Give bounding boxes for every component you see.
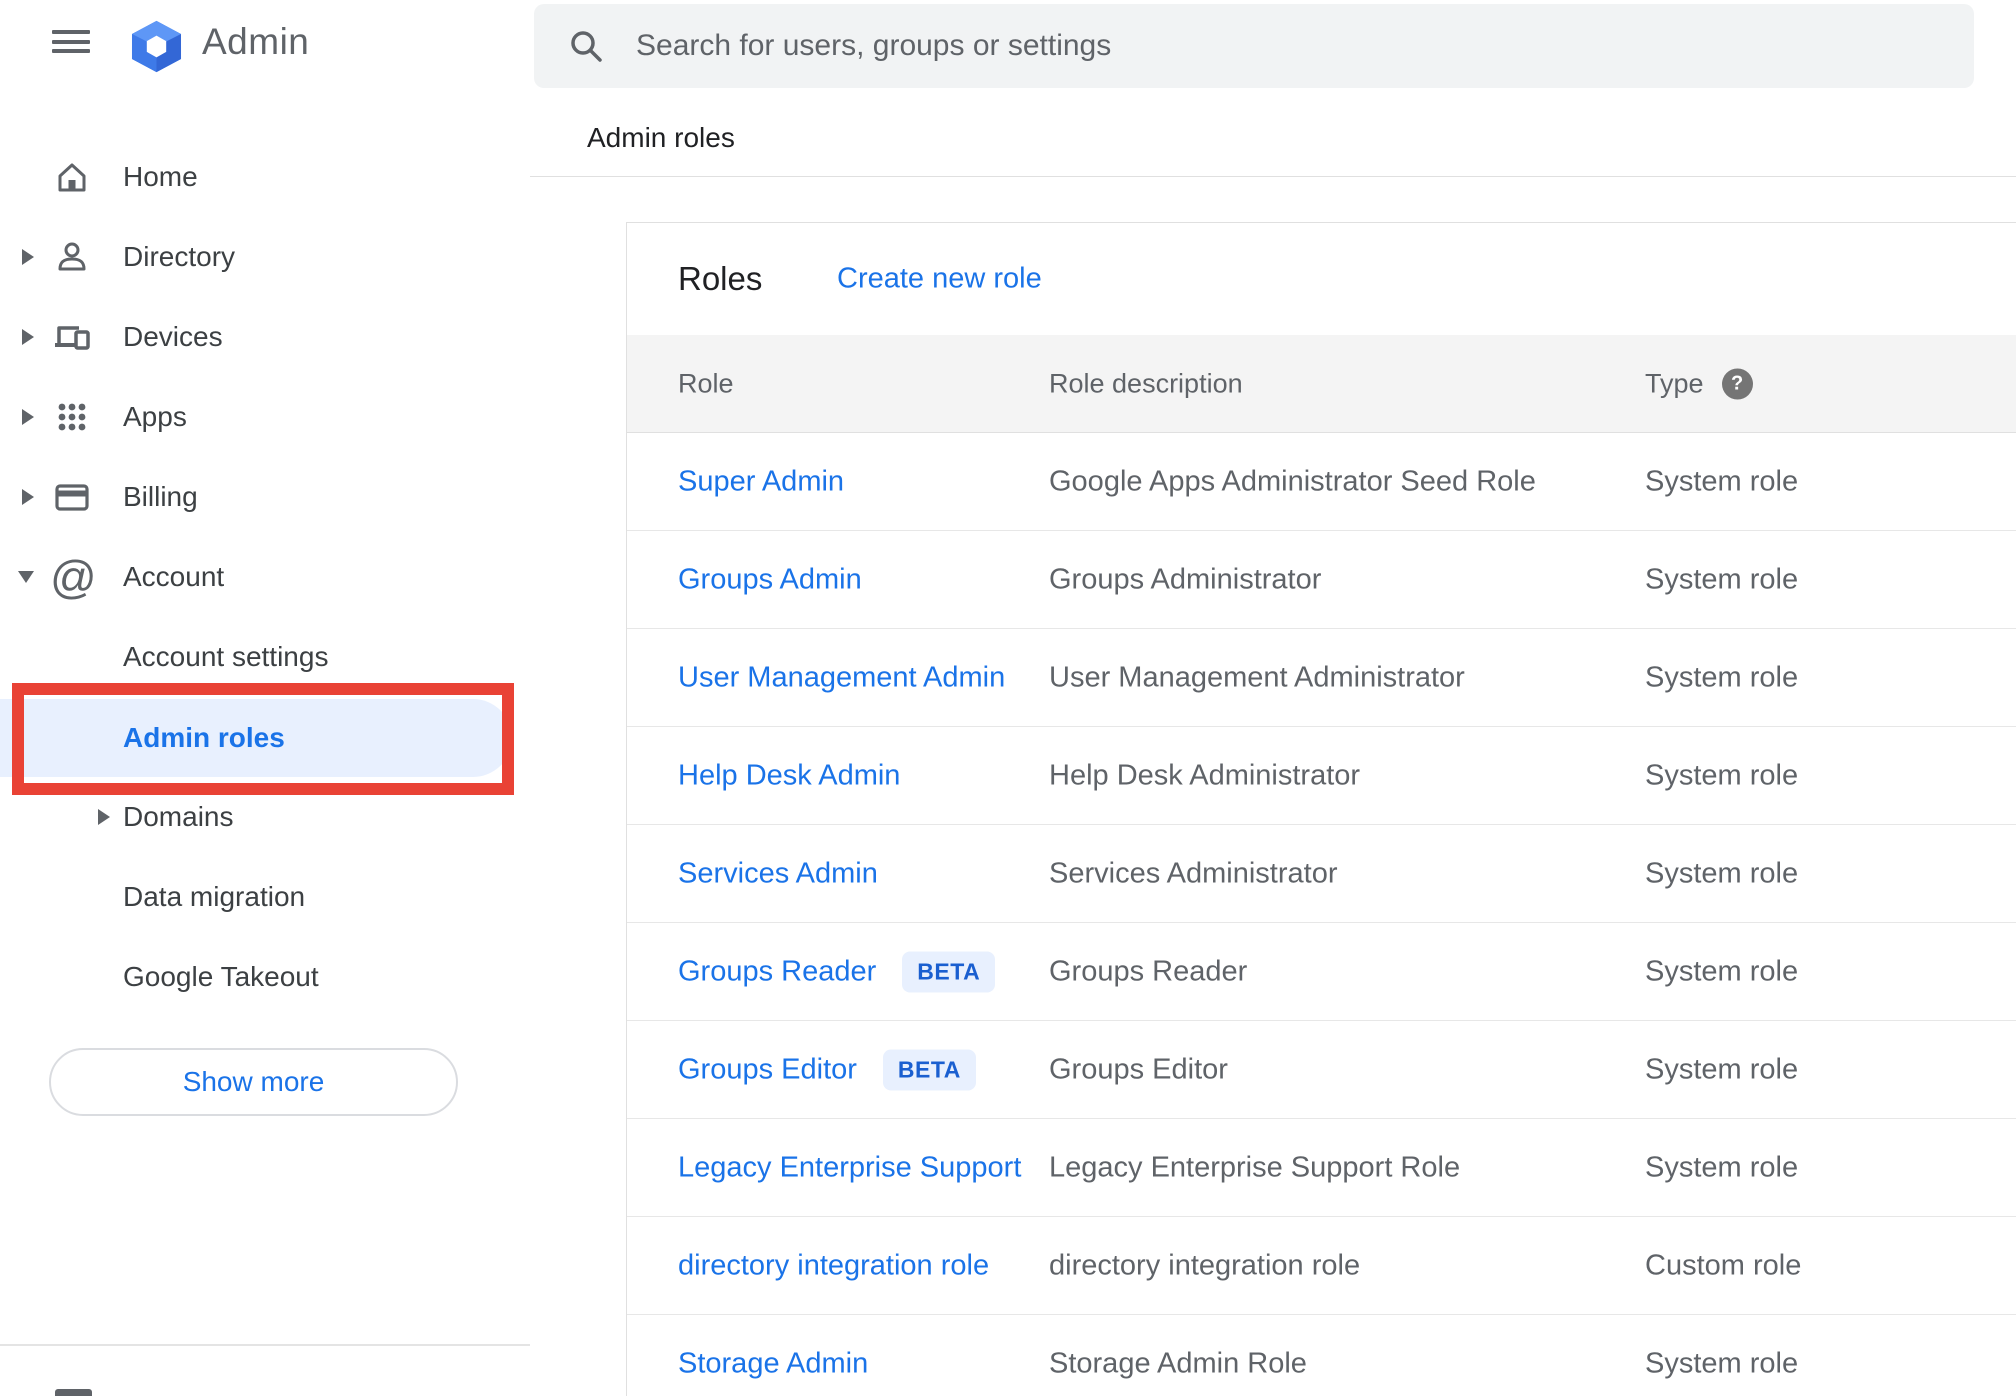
sidebar-item-label: Billing — [123, 481, 198, 512]
role-type: System role — [1645, 465, 1799, 497]
role-description: Legacy Enterprise Support Role — [1049, 1151, 1461, 1183]
person-icon — [58, 242, 86, 271]
sidebar-item-label: Home — [123, 161, 198, 192]
hamburger-menu-icon[interactable] — [52, 30, 90, 54]
expand-chevron-icon[interactable] — [98, 809, 110, 825]
role-link[interactable]: Services Admin — [678, 857, 878, 890]
create-new-role-link[interactable]: Create new role — [837, 263, 1042, 296]
table-row: Storage Admin Storage Admin Role System … — [627, 1315, 2016, 1396]
sidebar-item-label: Apps — [123, 401, 187, 432]
content-divider — [530, 176, 2016, 177]
table-row: Groups Editor BETA Groups Editor System … — [627, 1021, 2016, 1119]
app-title: Admin — [202, 21, 310, 62]
sidebar-item-label: Account settings — [123, 641, 329, 672]
feedback-icon[interactable] — [55, 1389, 92, 1396]
sidebar-item-apps[interactable]: Apps — [0, 377, 530, 457]
sidebar-item-home[interactable]: Home — [0, 137, 530, 217]
sidebar-item-account[interactable]: @ Account — [0, 537, 530, 617]
sidebar-item-label: Google Takeout — [123, 961, 319, 992]
sidebar-item-data-migration[interactable]: Data migration — [0, 857, 530, 937]
roles-card-header: Roles Create new role — [627, 223, 2016, 335]
table-row: directory integration role directory int… — [627, 1217, 2016, 1315]
role-type: System role — [1645, 857, 1799, 889]
table-row: Groups Reader BETA Groups Reader System … — [627, 923, 2016, 1021]
column-header-description: Role description — [1049, 368, 1243, 398]
role-link[interactable]: Storage Admin — [678, 1347, 868, 1380]
role-type: System role — [1645, 759, 1799, 791]
role-link[interactable]: directory integration role — [678, 1249, 989, 1282]
role-description: Groups Reader — [1049, 955, 1248, 987]
role-type: Custom role — [1645, 1249, 1802, 1281]
role-link[interactable]: User Management Admin — [678, 661, 1005, 694]
sidebar-item-label: Devices — [123, 321, 223, 352]
table-row: Services Admin Services Administrator Sy… — [627, 825, 2016, 923]
card-title: Roles — [678, 260, 763, 297]
role-description: Storage Admin Role — [1049, 1347, 1307, 1379]
sidebar-item-billing[interactable]: Billing — [0, 457, 530, 537]
role-description: Groups Administrator — [1049, 563, 1322, 595]
role-link[interactable]: Help Desk Admin — [678, 759, 900, 792]
sidebar-item-label: Admin roles — [123, 722, 285, 753]
expand-chevron-icon[interactable] — [22, 249, 34, 265]
table-row: User Management Admin User Management Ad… — [627, 629, 2016, 727]
role-description: User Management Administrator — [1049, 661, 1465, 693]
beta-badge: BETA — [902, 951, 996, 992]
role-link[interactable]: Groups Editor — [678, 1053, 857, 1086]
help-icon[interactable]: ? — [1721, 368, 1753, 399]
home-icon — [58, 163, 86, 192]
devices-icon — [55, 326, 90, 350]
at-sign-icon: @ — [50, 551, 97, 603]
table-row: Help Desk Admin Help Desk Administrator … — [627, 727, 2016, 825]
table-row: Legacy Enterprise Support Legacy Enterpr… — [627, 1119, 2016, 1217]
billing-card-icon — [55, 484, 89, 511]
table-row: Groups Admin Groups Administrator System… — [627, 531, 2016, 629]
column-header-type: Type ? — [1645, 368, 1753, 399]
admin-console-screen: Admin Admin roles Home Directory — [0, 0, 2016, 1396]
expand-chevron-icon[interactable] — [22, 489, 34, 505]
admin-logo-icon — [131, 20, 182, 73]
collapse-chevron-icon[interactable] — [18, 571, 34, 583]
role-description: directory integration role — [1049, 1249, 1361, 1281]
sidebar-item-google-takeout[interactable]: Google Takeout — [0, 937, 530, 1017]
role-description: Google Apps Administrator Seed Role — [1049, 465, 1536, 497]
show-more-button[interactable]: Show more — [49, 1048, 458, 1116]
role-link[interactable]: Legacy Enterprise Support — [678, 1151, 1021, 1184]
role-description: Help Desk Administrator — [1049, 759, 1361, 791]
sidebar-item-label: Domains — [123, 801, 234, 832]
search-bar[interactable] — [534, 4, 1974, 88]
role-link[interactable]: Groups Admin — [678, 563, 862, 596]
roles-card: Roles Create new role Role Role descript… — [626, 222, 2016, 1396]
role-description: Groups Editor — [1049, 1053, 1228, 1085]
sidebar-item-admin-roles[interactable]: Admin roles — [0, 699, 512, 777]
sidebar-item-devices[interactable]: Devices — [0, 297, 530, 377]
breadcrumb: Admin roles — [587, 122, 735, 153]
search-icon — [571, 31, 602, 62]
role-type: System role — [1645, 1151, 1799, 1183]
role-type: System role — [1645, 1347, 1799, 1379]
sidebar-item-directory[interactable]: Directory — [0, 217, 530, 297]
role-description: Services Administrator — [1049, 857, 1338, 889]
role-type: System role — [1645, 661, 1799, 693]
search-input[interactable] — [636, 4, 1936, 88]
sidebar-item-label: Data migration — [123, 881, 306, 912]
table-header-row: Role Role description Type ? — [627, 335, 2016, 433]
table-row: Super Admin Google Apps Administrator Se… — [627, 433, 2016, 531]
role-type: System role — [1645, 563, 1799, 595]
role-link[interactable]: Super Admin — [678, 465, 844, 498]
column-header-role: Role — [678, 368, 734, 398]
sidebar-item-label: Account — [123, 561, 225, 592]
sidebar-item-account-settings[interactable]: Account settings — [0, 617, 530, 697]
role-type: System role — [1645, 1053, 1799, 1085]
expand-chevron-icon[interactable] — [22, 329, 34, 345]
sidebar-bottom-divider — [0, 1344, 530, 1346]
role-type: System role — [1645, 955, 1799, 987]
expand-chevron-icon[interactable] — [22, 409, 34, 425]
sidebar-item-domains[interactable]: Domains — [0, 777, 530, 857]
sidebar-item-label: Directory — [123, 241, 236, 272]
role-link[interactable]: Groups Reader — [678, 955, 876, 988]
beta-badge: BETA — [882, 1049, 976, 1090]
apps-grid-icon — [58, 403, 86, 431]
